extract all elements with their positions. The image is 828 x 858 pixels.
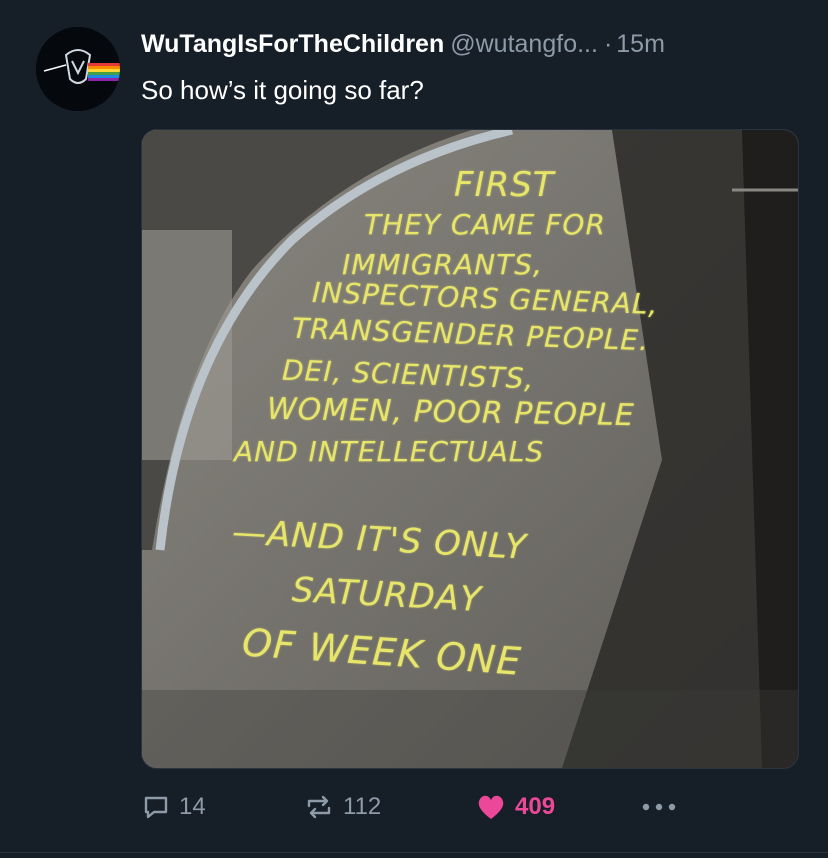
chalk-line: IMMIGRANTS, (342, 248, 543, 281)
reply-button[interactable]: 14 (141, 783, 206, 831)
chalk-line: FIRST (454, 165, 555, 205)
post: WuTangIsForTheChildren @wutangfo... · 15m S… (0, 0, 828, 858)
avatar[interactable] (36, 27, 120, 111)
more-icon (642, 803, 676, 811)
action-bar: 14 112 409 (141, 783, 801, 831)
chalk-line: AND INTELLECTUALS (234, 435, 545, 468)
chalk-message: FIRST THEY CAME FOR IMMIGRANTS, INSPECTO… (142, 130, 798, 768)
like-count: 409 (515, 793, 556, 820)
comment-icon (144, 796, 168, 819)
post-image[interactable]: FIRST THEY CAME FOR IMMIGRANTS, INSPECTO… (141, 129, 799, 769)
reply-count: 14 (179, 793, 206, 820)
repost-count: 112 (343, 793, 382, 820)
chalk-line: WOMEN, POOR PEOPLE (266, 391, 636, 434)
chalk-line: THEY CAME FOR (364, 208, 606, 241)
chalk-line: OF WEEK ONE (240, 620, 523, 684)
chalk-line: —AND IT'S ONLY (231, 512, 528, 568)
timestamp[interactable]: 15m (616, 30, 665, 58)
like-button[interactable]: 409 (475, 783, 555, 831)
more-button[interactable] (641, 783, 685, 831)
chalk-line: SATURDAY (291, 570, 483, 620)
repost-icon (307, 795, 331, 819)
post-header: WuTangIsForTheChildren @wutangfo... · 15m (141, 30, 808, 66)
separator: · (603, 30, 613, 58)
post-text: So how’s it going so far? (141, 75, 424, 105)
chalk-line: DEI, SCIENTISTS, (281, 353, 535, 396)
handle[interactable]: @wutangfo... (450, 30, 598, 58)
heart-icon (478, 795, 504, 819)
wu-tang-prism-icon (36, 27, 120, 111)
repost-button[interactable]: 112 (303, 783, 381, 831)
divider (0, 852, 828, 853)
display-name[interactable]: WuTangIsForTheChildren (141, 30, 444, 58)
